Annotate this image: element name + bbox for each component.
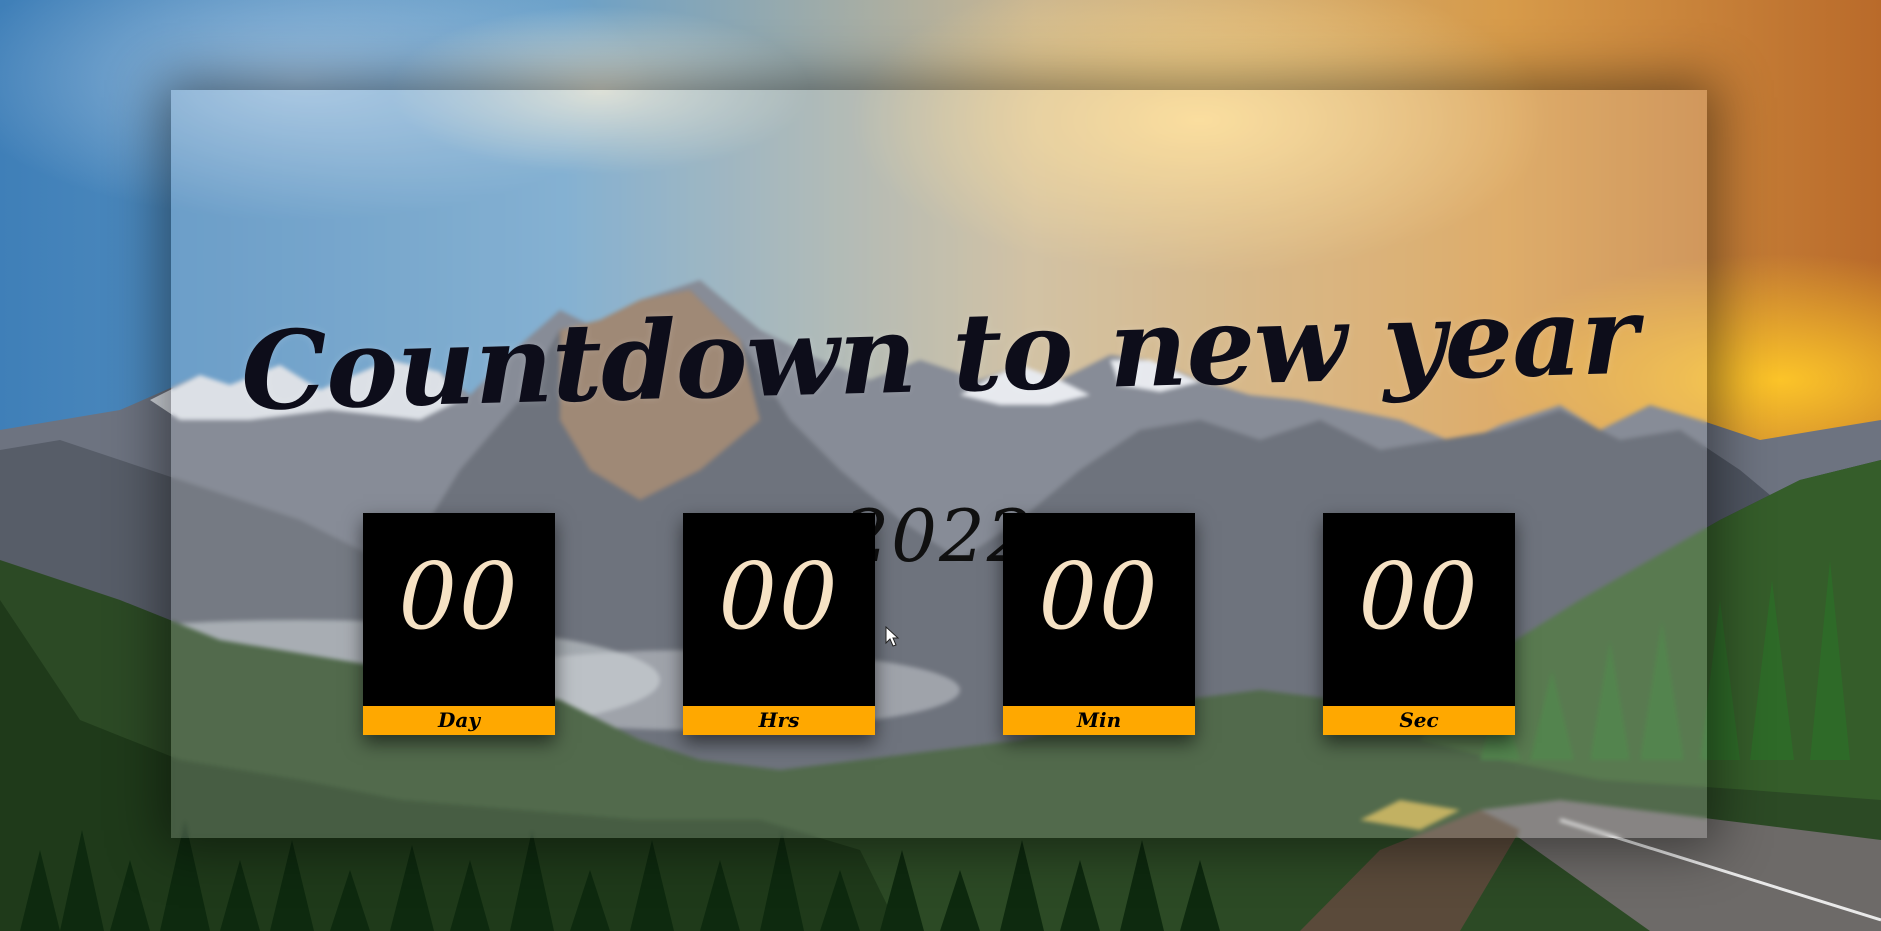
- days-label: Day: [363, 706, 555, 735]
- days-value: 00: [398, 543, 520, 650]
- seconds-label: Sec: [1323, 706, 1515, 735]
- hours-label: Hrs: [683, 706, 875, 735]
- hours-value: 00: [718, 543, 840, 650]
- countdown-hours: 00 Hrs: [683, 513, 875, 735]
- countdown-days: 00 Day: [363, 513, 555, 735]
- countdown-minutes: 00 Min: [1003, 513, 1195, 735]
- mouse-pointer-icon: [885, 626, 900, 647]
- seconds-value: 00: [1358, 543, 1480, 650]
- minutes-value: 00: [1038, 543, 1160, 650]
- page-title: Countdown to new year: [239, 272, 1639, 436]
- minutes-label: Min: [1003, 706, 1195, 735]
- countdown-seconds: 00 Sec: [1323, 513, 1515, 735]
